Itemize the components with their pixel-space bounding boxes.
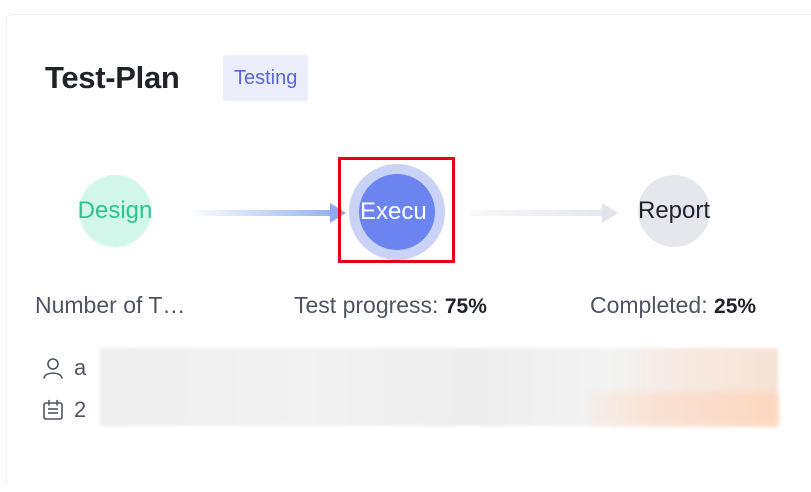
stage-report-node[interactable]: Report [638,175,710,247]
meta-date-text: 2 [74,397,87,422]
stat-test-progress: Test progress: 75% [294,292,487,319]
stat-number-of-tests: Number of T… [35,292,185,319]
stage-connector-2 [470,203,618,223]
stage-connector-1 [188,203,346,223]
meta-user-row: a [42,355,86,381]
stat-progress-value: 75% [444,295,487,318]
stat-completed-label: Completed: [590,292,715,318]
calendar-icon [42,399,64,421]
stage-design-label: Design [77,197,153,224]
stage-design-node[interactable]: Design [77,175,153,247]
stage-report-label: Report [637,197,711,224]
meta-date-row: 2 [42,397,86,423]
status-badge: Testing [223,55,309,101]
person-icon [42,357,64,379]
stat-progress-label: Test progress: [294,292,445,318]
highlight-box [338,157,455,263]
stat-completed: Completed: 25% [590,292,756,319]
redacted-area-accent [590,392,778,426]
stat-completed-value: 25% [714,295,757,318]
plan-title: Test-Plan [45,60,180,95]
meta-user-text: a [74,355,87,380]
stat-number-label: Number of T… [35,292,186,318]
